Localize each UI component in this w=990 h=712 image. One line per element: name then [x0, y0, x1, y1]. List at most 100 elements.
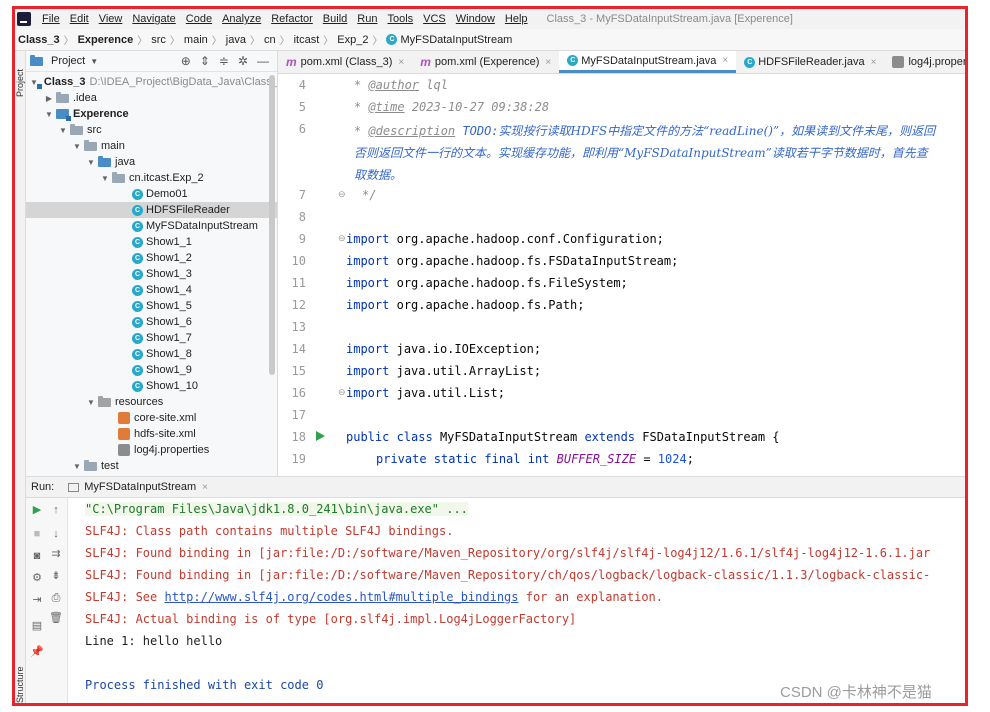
tree-item-class[interactable]: C Show1_10: [26, 378, 277, 394]
menu-file[interactable]: File: [37, 13, 65, 25]
menu-window[interactable]: Window: [451, 13, 500, 25]
chevron-down-icon[interactable]: ▼: [72, 462, 82, 471]
tree-item-idea[interactable]: ▶ .idea: [26, 90, 277, 106]
fold-marker-icon[interactable]: ⊖: [338, 189, 346, 200]
tree-item-class[interactable]: C Show1_5: [26, 298, 277, 314]
breadcrumb-item[interactable]: java: [226, 34, 246, 46]
tree-item-java[interactable]: ▼ java: [26, 154, 277, 170]
tab-pom-class3[interactable]: m pom.xml (Class_3) ×: [278, 51, 412, 73]
menu-build[interactable]: Build: [318, 13, 352, 25]
tree-item-main[interactable]: ▼ main: [26, 138, 277, 154]
class-icon: C: [744, 56, 756, 68]
tree-item-class3[interactable]: ▼ Class_3 D:\IDEA_Project\BigData_Java\Cl…: [26, 74, 277, 90]
scroll-down-icon[interactable]: ↓: [48, 526, 64, 542]
tree-item-file[interactable]: core-site.xml: [26, 410, 277, 426]
tree-item-resources[interactable]: ▼ resources: [26, 394, 277, 410]
menu-view[interactable]: View: [94, 13, 128, 25]
restore-layout-icon[interactable]: ⚙: [29, 570, 45, 586]
run-gutter-icon[interactable]: [316, 431, 325, 441]
close-icon[interactable]: ×: [871, 57, 877, 68]
fold-marker-icon[interactable]: ⊖: [338, 387, 346, 398]
camera-icon[interactable]: ◙: [29, 548, 45, 564]
tree-item-class-selected[interactable]: C HDFSFileReader: [26, 202, 277, 218]
fold-marker-icon[interactable]: ⊖: [338, 233, 346, 244]
tree-item-src[interactable]: ▼ src: [26, 122, 277, 138]
breadcrumb-item[interactable]: itcast: [294, 34, 320, 46]
console-output[interactable]: "C:\Program Files\Java\jdk1.8.0_241\bin\…: [68, 498, 965, 703]
exit-icon[interactable]: ⇥: [29, 592, 45, 608]
close-icon[interactable]: ×: [202, 482, 208, 493]
breadcrumb-item[interactable]: Class_3: [18, 34, 60, 46]
run-tab[interactable]: MyFSDataInputStream ×: [68, 481, 208, 493]
project-panel-title[interactable]: Project: [51, 55, 85, 67]
tree-item-class[interactable]: C MyFSDataInputStream: [26, 218, 277, 234]
tree-item-class[interactable]: C Show1_7: [26, 330, 277, 346]
tree-item-class[interactable]: C Show1_2: [26, 250, 277, 266]
menu-analyze[interactable]: Analyze: [217, 13, 266, 25]
breadcrumb-item[interactable]: Exp_2: [337, 34, 368, 46]
code-editor[interactable]: 4 5 6 7 8 9 10 11 12 13 14 15 16 17 18 1…: [278, 74, 965, 476]
breadcrumb-item[interactable]: Experence: [78, 34, 134, 46]
breadcrumb-item[interactable]: src: [151, 34, 166, 46]
tree-item-test[interactable]: ▼ test: [26, 458, 277, 474]
tree-item-class[interactable]: C Show1_9: [26, 362, 277, 378]
code-line: import org.apache.hadoop.conf.Configurat…: [346, 232, 664, 246]
pin-icon[interactable]: 📌: [29, 644, 45, 660]
close-icon[interactable]: ×: [722, 55, 728, 66]
tree-item-class[interactable]: C Show1_4: [26, 282, 277, 298]
close-icon[interactable]: ×: [545, 57, 551, 68]
tree-item-package[interactable]: ▼ cn.itcast.Exp_2: [26, 170, 277, 186]
tree-item-file[interactable]: hdfs-site.xml: [26, 426, 277, 442]
menu-refactor[interactable]: Refactor: [266, 13, 318, 25]
chevron-down-icon[interactable]: ▼: [90, 57, 98, 66]
breadcrumb-item[interactable]: main: [184, 34, 208, 46]
chevron-down-icon[interactable]: ▼: [72, 142, 82, 151]
menu-code[interactable]: Code: [181, 13, 217, 25]
breadcrumb-item[interactable]: MyFSDataInputStream: [400, 34, 512, 46]
console-link[interactable]: http://www.slf4j.org/codes.html#multiple…: [164, 590, 518, 604]
tree-item-class[interactable]: C Show1_6: [26, 314, 277, 330]
tree-item-class[interactable]: C Demo01: [26, 186, 277, 202]
scroll-to-end-icon[interactable]: ⇟: [48, 568, 64, 584]
menu-tools[interactable]: Tools: [382, 13, 418, 25]
expand-all-icon[interactable]: ⇕: [200, 54, 210, 68]
class-icon: C: [132, 332, 143, 344]
stop-icon[interactable]: ■: [29, 526, 45, 542]
print-icon[interactable]: ⎙: [48, 590, 64, 606]
menu-edit[interactable]: Edit: [65, 13, 94, 25]
chevron-down-icon[interactable]: ▼: [44, 110, 54, 119]
chevron-down-icon[interactable]: ▼: [100, 174, 110, 183]
tree-item-class[interactable]: C Show1_1: [26, 234, 277, 250]
tab-pom-experence[interactable]: m pom.xml (Experence) ×: [412, 51, 559, 73]
tree-item-label: Show1_8: [146, 348, 192, 360]
chevron-down-icon[interactable]: ▼: [86, 398, 96, 407]
tree-item-experence[interactable]: ▼ Experence: [26, 106, 277, 122]
trash-icon[interactable]: 🗑: [48, 610, 64, 626]
chevron-down-icon[interactable]: ▼: [86, 158, 96, 167]
menu-help[interactable]: Help: [500, 13, 533, 25]
collapse-all-icon[interactable]: ≑: [219, 54, 229, 68]
hide-panel-icon[interactable]: —: [257, 54, 269, 68]
structure-tool-button[interactable]: Structure: [15, 666, 25, 703]
tree-item-file[interactable]: log4j.properties: [26, 442, 277, 458]
gear-icon[interactable]: ✲: [238, 54, 248, 68]
tab-log4j-properties[interactable]: log4j.properties×: [884, 51, 965, 73]
locate-file-icon[interactable]: ⊕: [181, 54, 191, 68]
close-icon[interactable]: ×: [398, 57, 404, 68]
scroll-up-icon[interactable]: ↑: [48, 502, 64, 518]
soft-wrap-icon[interactable]: ⇉: [48, 546, 64, 562]
project-tool-button[interactable]: Project: [15, 69, 25, 97]
menu-run[interactable]: Run: [352, 13, 382, 25]
tree-item-class[interactable]: C Show1_8: [26, 346, 277, 362]
chevron-down-icon[interactable]: ▼: [58, 126, 68, 135]
tab-myfsdatainputstream[interactable]: C MyFSDataInputStream.java ×: [559, 51, 737, 73]
menu-vcs[interactable]: VCS: [418, 13, 451, 25]
project-scrollbar[interactable]: [269, 75, 275, 375]
tab-hdfsfilereader[interactable]: C HDFSFileReader.java ×: [736, 51, 884, 73]
rerun-icon[interactable]: ▶: [29, 502, 45, 518]
chevron-right-icon[interactable]: ▶: [44, 94, 54, 103]
menu-navigate[interactable]: Navigate: [127, 13, 180, 25]
tree-item-class[interactable]: C Show1_3: [26, 266, 277, 282]
layout-icon[interactable]: ▤: [29, 618, 45, 634]
breadcrumb-item[interactable]: cn: [264, 34, 276, 46]
